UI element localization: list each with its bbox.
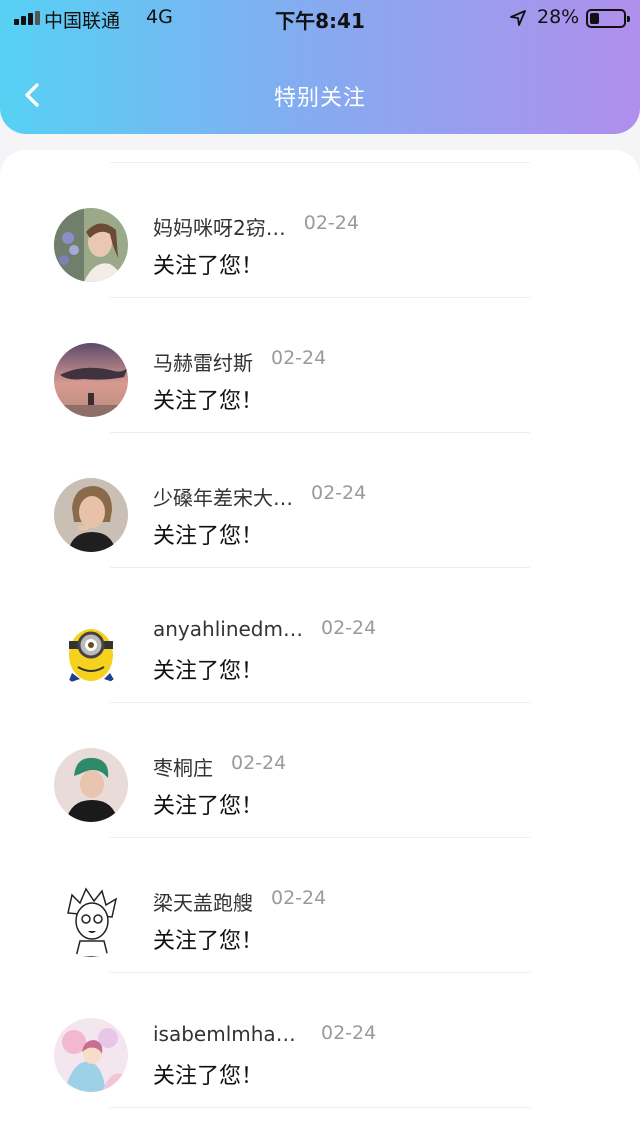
avatar[interactable] bbox=[54, 343, 128, 417]
list-item[interactable]: 马赫雷纣斯 02-24 关注了您！ bbox=[0, 285, 640, 433]
user-name[interactable]: 梁天盖跑艘 bbox=[153, 887, 253, 916]
notification-date: 02-24 bbox=[321, 617, 377, 639]
special-follow-page: 中国联通 4G 下午8:41 28% 特别关注 妈妈咪呀2窃… 02-24 关注… bbox=[0, 0, 640, 1139]
list-item[interactable]: 枣桐庄 02-24 关注了您！ bbox=[0, 690, 640, 838]
list-item[interactable]: anyahlinedmar… 02-24 关注了您！ bbox=[0, 555, 640, 703]
user-name[interactable]: isabemlmhara… bbox=[153, 1022, 303, 1046]
battery-icon bbox=[586, 9, 630, 28]
name-line: 妈妈咪呀2窃… 02-24 bbox=[153, 212, 359, 240]
user-name[interactable]: 枣桐庄 bbox=[153, 752, 213, 781]
battery-percent: 28% bbox=[537, 6, 580, 28]
name-line: 马赫雷纣斯 02-24 bbox=[153, 347, 326, 375]
notification-message: 关注了您！ bbox=[153, 794, 264, 819]
name-line: anyahlinedmar… 02-24 bbox=[153, 617, 376, 645]
avatar[interactable] bbox=[54, 883, 128, 957]
page-title: 特别关注 bbox=[273, 86, 366, 111]
notification-message: 关注了您！ bbox=[153, 659, 264, 684]
list-item[interactable]: 妈妈咪呀2窃… 02-24 关注了您！ bbox=[0, 150, 640, 298]
notification-date: 02-24 bbox=[271, 347, 327, 369]
name-line: 枣桐庄 02-24 bbox=[153, 752, 286, 780]
notification-message: 关注了您！ bbox=[153, 524, 264, 549]
notification-message: 关注了您！ bbox=[153, 1064, 264, 1089]
user-name[interactable]: 妈妈咪呀2窃… bbox=[153, 212, 286, 241]
notification-list: 妈妈咪呀2窃… 02-24 关注了您！ 马赫雷纣斯 02-24 关注了您！ 少磉… bbox=[0, 150, 640, 1139]
notification-date: 02-24 bbox=[311, 482, 367, 504]
location-arrow-icon bbox=[510, 10, 526, 26]
avatar[interactable] bbox=[54, 748, 128, 822]
notification-message: 关注了您！ bbox=[153, 254, 264, 279]
list-item[interactable]: isabemlmhara… 02-24 关注了您！ bbox=[0, 960, 640, 1108]
avatar[interactable] bbox=[54, 1018, 128, 1092]
list-item[interactable]: 少磉年差宋大… 02-24 关注了您！ bbox=[0, 420, 640, 568]
notification-message: 关注了您！ bbox=[153, 389, 264, 414]
notification-message: 关注了您！ bbox=[153, 929, 264, 954]
user-name[interactable]: 马赫雷纣斯 bbox=[153, 347, 253, 376]
header-bar: 中国联通 4G 下午8:41 28% 特别关注 bbox=[0, 0, 640, 134]
avatar[interactable] bbox=[54, 208, 128, 282]
status-bar: 中国联通 4G 下午8:41 28% bbox=[0, 0, 640, 36]
name-line: 梁天盖跑艘 02-24 bbox=[153, 887, 326, 915]
notification-date: 02-24 bbox=[303, 212, 359, 234]
notification-date: 02-24 bbox=[231, 752, 287, 774]
avatar[interactable] bbox=[54, 613, 128, 687]
notification-date: 02-24 bbox=[271, 887, 327, 909]
divider bbox=[110, 1107, 530, 1108]
name-line: isabemlmhara… 02-24 bbox=[153, 1022, 376, 1050]
notification-date: 02-24 bbox=[321, 1022, 377, 1044]
user-name[interactable]: anyahlinedmar… bbox=[153, 617, 303, 641]
user-name[interactable]: 少磉年差宋大… bbox=[153, 482, 293, 511]
list-item[interactable]: 梁天盖跑艘 02-24 关注了您！ bbox=[0, 825, 640, 973]
name-line: 少磉年差宋大… 02-24 bbox=[153, 482, 366, 510]
avatar[interactable] bbox=[54, 478, 128, 552]
